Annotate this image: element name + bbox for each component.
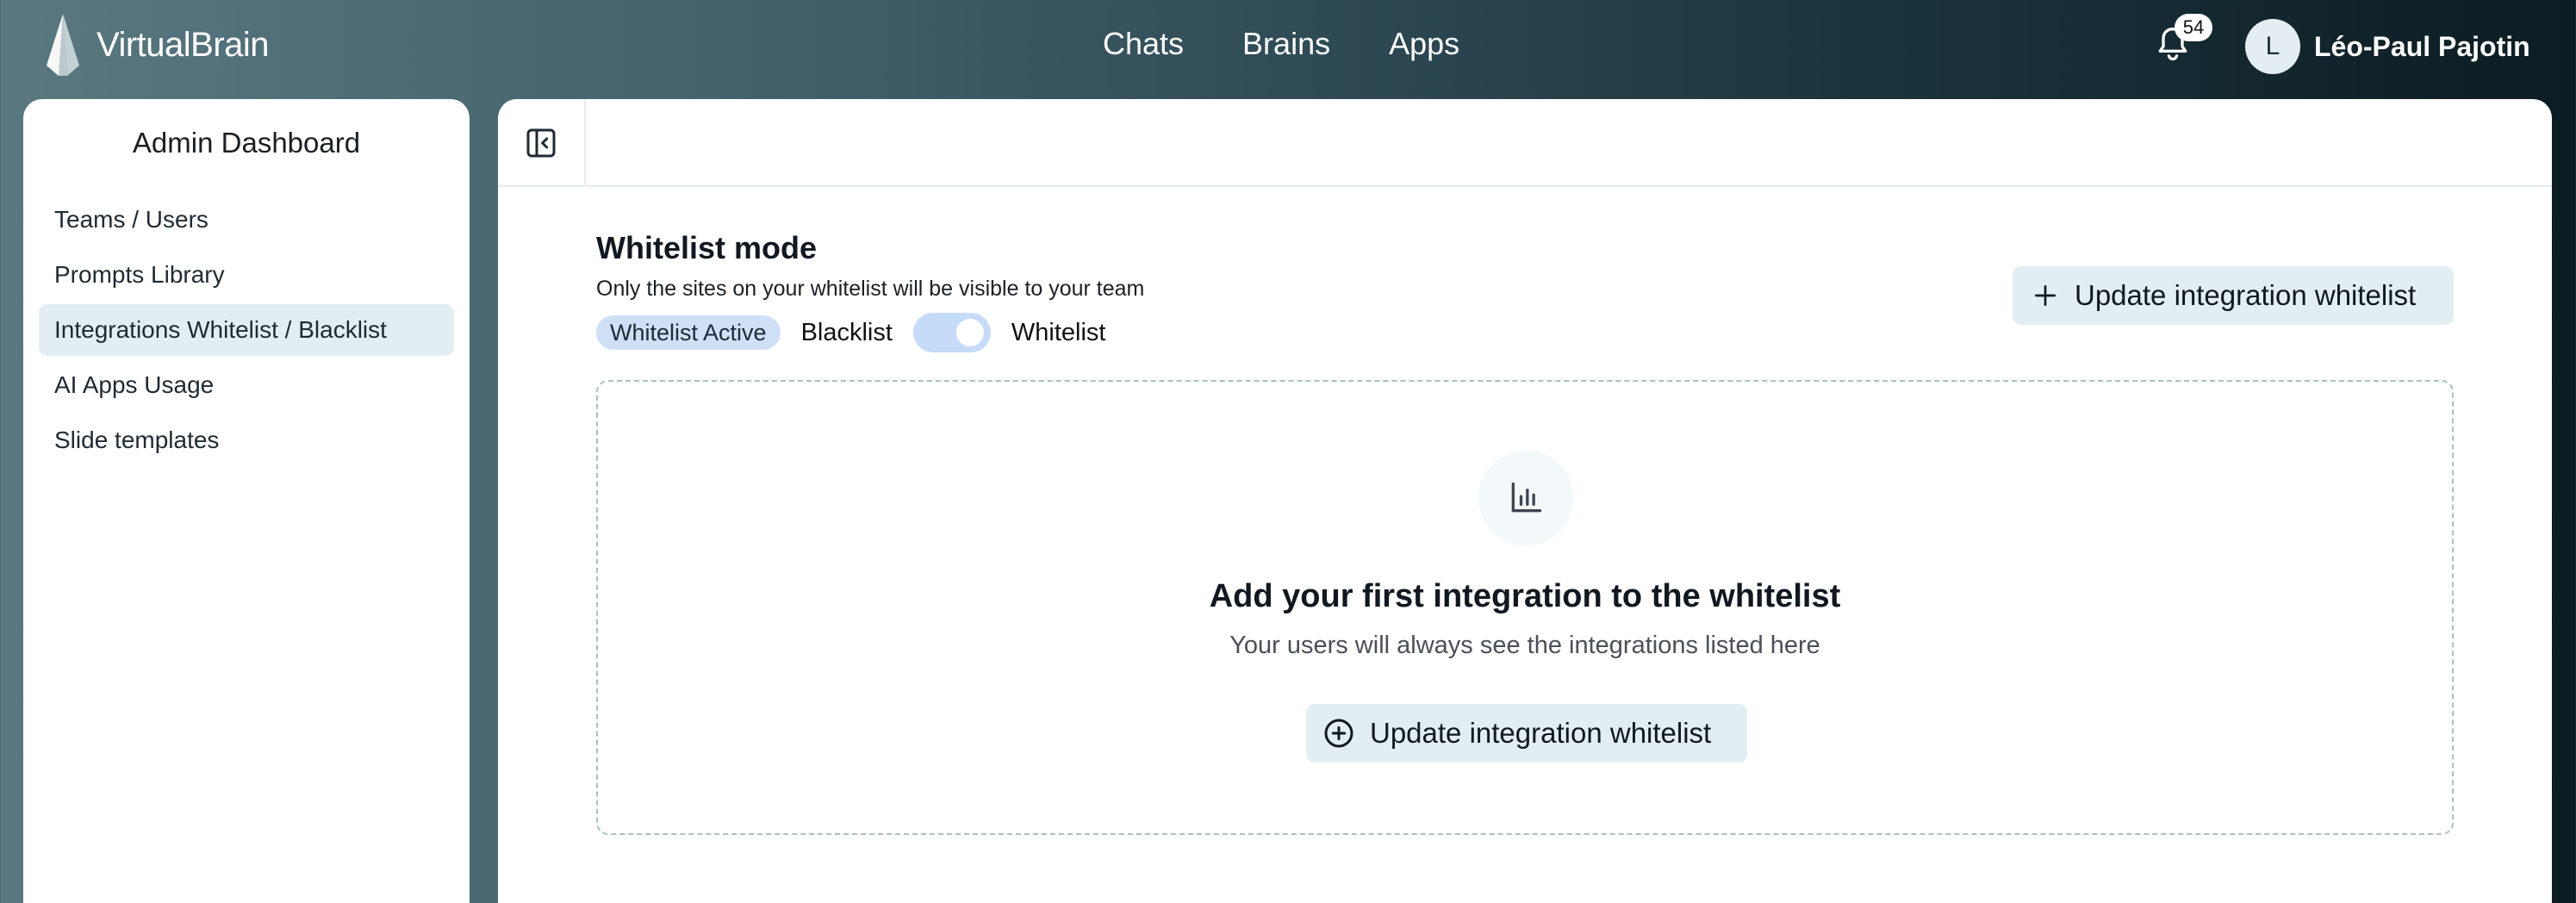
sidebar-item-teams-users[interactable]: Teams / Users <box>39 194 454 246</box>
nav-brains[interactable]: Brains <box>1242 26 1330 62</box>
update-whitelist-empty-button-label: Update integration whitelist <box>1370 717 1712 749</box>
nav-chats[interactable]: Chats <box>1103 26 1184 62</box>
admin-sidebar: Admin Dashboard Teams / Users Prompts Li… <box>23 99 470 903</box>
bar-chart-icon <box>1511 482 1542 513</box>
sidebar-item-integrations-whitelist[interactable]: Integrations Whitelist / Blacklist <box>39 304 454 356</box>
notifications-button[interactable]: 54 <box>2154 14 2212 67</box>
status-badge: Whitelist Active <box>596 315 781 350</box>
empty-state-subtitle: Your users will always see the integrati… <box>1229 632 1820 659</box>
whitelist-title: Whitelist mode <box>596 230 818 265</box>
sidebar-item-slide-templates[interactable]: Slide templates <box>39 414 454 466</box>
collapse-sidebar-button[interactable] <box>498 99 586 187</box>
app-name: VirtualBrain <box>96 25 270 64</box>
sidebar-title: Admin Dashboard <box>132 127 361 159</box>
virtualbrain-logo-icon <box>47 14 79 76</box>
plus-circle-icon <box>1324 719 1353 748</box>
sidebar-menu: Teams / Users Prompts Library Integratio… <box>23 194 470 466</box>
update-whitelist-button[interactable]: Update integration whitelist <box>2013 266 2454 325</box>
top-bar: VirtualBrain Chats Brains Apps 54 L Léo-… <box>0 0 2576 99</box>
empty-state-panel: Add your first integration to the whitel… <box>596 380 2454 835</box>
chart-icon-wrapper <box>1478 451 1573 545</box>
update-whitelist-button-label: Update integration whitelist <box>2075 279 2417 311</box>
sidebar-item-ai-apps-usage[interactable]: AI Apps Usage <box>39 359 454 411</box>
user-avatar[interactable]: L <box>2245 19 2300 74</box>
nav-apps[interactable]: Apps <box>1389 26 1459 62</box>
user-name[interactable]: Léo-Paul Pajotin <box>2314 31 2530 63</box>
blacklist-label: Blacklist <box>800 318 893 346</box>
main-panel: Whitelist mode Only the sites on your wh… <box>498 99 2552 903</box>
plus-icon <box>2035 285 2056 306</box>
whitelist-label: Whitelist <box>1011 318 1106 346</box>
mode-toggle[interactable] <box>912 313 991 352</box>
main-header <box>498 99 2552 187</box>
sidebar-item-prompts-library[interactable]: Prompts Library <box>39 249 454 301</box>
empty-state-title: Add your first integration to the whitel… <box>1209 578 1841 614</box>
toggle-knob <box>955 319 984 346</box>
app-logo[interactable]: VirtualBrain <box>40 12 270 78</box>
update-whitelist-empty-button[interactable]: Update integration whitelist <box>1306 704 1747 763</box>
main-nav: Chats Brains Apps <box>1103 26 1459 62</box>
notification-count-badge: 54 <box>2175 14 2212 41</box>
sidebar-collapse-icon <box>526 128 556 158</box>
